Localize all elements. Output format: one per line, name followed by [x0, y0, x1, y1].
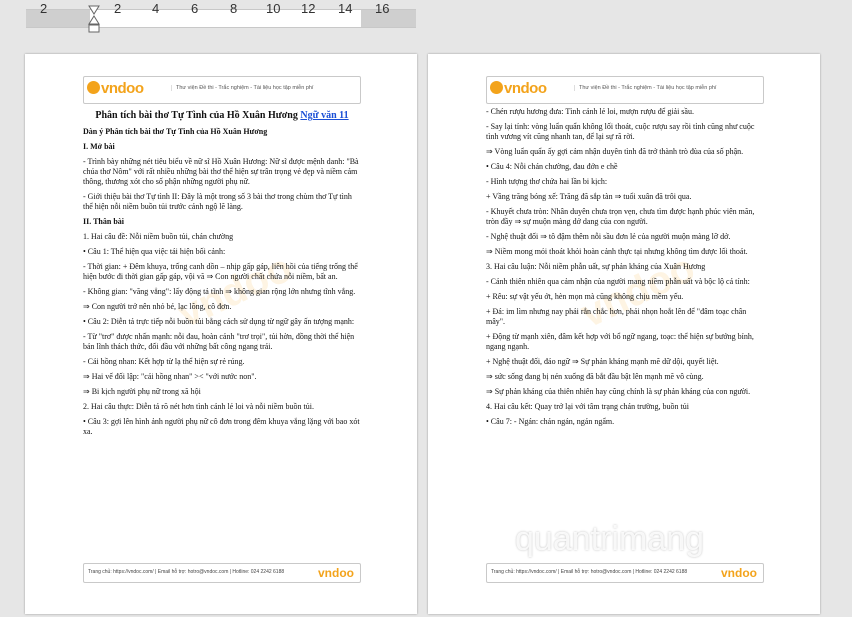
ruler-number: 12: [301, 1, 316, 16]
ruler-number: 4: [152, 1, 160, 16]
ruler-number: 16: [375, 1, 390, 16]
page-footer: Trang chủ: https://vndoc.com/ | Email hỗ…: [486, 563, 764, 583]
paragraph: ⇒ Hai vế đối lập: "cái hồng nhan" >< "vớ…: [83, 372, 257, 381]
paragraph: ⇒ Sự phản kháng của thiên nhiên hay cũng…: [486, 387, 751, 396]
heading: I. Mở bài: [83, 142, 115, 151]
paragraph: - Cái hồng nhan: Kết hợp từ lạ thể hiện …: [83, 357, 245, 366]
paragraph: ⇒ Bi kịch người phụ nữ trong xã hội: [83, 387, 201, 396]
ruler-number: 14: [338, 1, 353, 16]
paragraph: + Đá: im lìm nhưng nay phải rắn chắc hơn…: [486, 307, 747, 326]
footer-logo: vndoo: [318, 566, 354, 580]
paragraph: Dàn ý Phân tích bài thơ Tự Tình của Hồ X…: [83, 127, 268, 136]
paragraph: - Cảnh thiên nhiên qua cảm nhận của ngườ…: [486, 277, 750, 286]
ruler-number: 2: [40, 1, 48, 16]
paragraph: ⇒ sức sống đang bị nén xuống đã bắt đầu …: [486, 372, 704, 381]
paragraph: • Câu 3: gợi lên hình ảnh người phụ nữ c…: [83, 417, 360, 436]
header-tagline: Thư viện Đề thi - Trắc nghiệm - Tài liệu…: [574, 85, 716, 91]
ruler-margin-left: [26, 10, 90, 27]
paragraph: 1. Hai câu đề: Nỗi niềm buồn tủi, chán c…: [83, 232, 234, 241]
mascot-icon: [87, 81, 100, 94]
page-2-body[interactable]: - Chén rượu hương đưa: Tình cảnh lẻ loi,…: [486, 107, 764, 432]
page-header: vndoo Thư viện Đề thi - Trắc nghiệm - Tà…: [486, 76, 764, 104]
paragraph: - Khuyết chưa tròn: Nhân duyên chưa trọn…: [486, 207, 755, 226]
paragraph: • Câu 2: Diễn tả trực tiếp nỗi buồn tủi …: [83, 317, 355, 326]
header-tagline: Thư viện Đề thi - Trắc nghiệm - Tài liệu…: [171, 85, 313, 91]
footer-text: Trang chủ: https://vndoc.com/ | Email hỗ…: [88, 569, 285, 575]
paragraph: - Trình bày những nét tiêu biểu về nữ sĩ…: [83, 157, 359, 186]
horizontal-ruler[interactable]: 2 2 4 6 8 10 12 14 16: [0, 0, 852, 33]
paragraph: • Câu 4: Nỗi chán chường, đau đớn e chề: [486, 162, 618, 171]
paragraph: ⇒ Vòng luẩn quẩn ấy gợi cảm nhận duyên t…: [486, 147, 744, 156]
paragraph: • Câu 7: - Ngán: chán ngán, ngán ngẩm.: [486, 417, 615, 426]
paragraph: 2. Hai câu thực: Diễn tả rõ nét hơn tình…: [83, 402, 314, 411]
paragraph: + Vầng trăng bóng xế: Trăng đã sắp tàn ⇒…: [486, 192, 692, 201]
ruler-number: 10: [266, 1, 281, 16]
paragraph: ⇒ Niềm mong mỏi thoát khỏi hoàn cảnh thự…: [486, 247, 748, 256]
ruler-number: 8: [230, 1, 238, 16]
document-title: Phân tích bài thơ Tự Tình của Hồ Xuân Hư…: [95, 110, 349, 121]
page-1-body[interactable]: Phân tích bài thơ Tự Tình của Hồ Xuân Hư…: [83, 110, 361, 442]
document-page-1[interactable]: vndoo Thư viện Đề thi - Trắc nghiệm - Tà…: [25, 54, 417, 614]
vndoc-logo: vndoo: [87, 80, 144, 97]
paragraph: + Động từ mạnh xiên, đâm kết hợp với bổ …: [486, 332, 754, 351]
vndoc-logo: vndoo: [490, 80, 547, 97]
ruler-number: 2: [114, 1, 122, 16]
paragraph: - Say lại tỉnh: vòng luẩn quẩn không lối…: [486, 122, 755, 141]
paragraph: - Thời gian: + Đêm khuya, trống canh dồn…: [83, 262, 358, 281]
page-header: vndoo Thư viện Đề thi - Trắc nghiệm - Tà…: [83, 76, 361, 104]
paragraph: - Chén rượu hương đưa: Tình cảnh lẻ loi,…: [486, 107, 694, 116]
paragraph: - Giới thiệu bài thơ Tự tình II: Đây là …: [83, 192, 352, 211]
footer-logo: vndoo: [721, 566, 757, 580]
quantrimang-watermark: quantrimang: [515, 520, 705, 558]
footer-text: Trang chủ: https://vndoc.com/ | Email hỗ…: [491, 569, 688, 575]
indent-marker-icon[interactable]: [88, 5, 100, 33]
paragraph: • Câu 1: Thể hiện qua việc tái hiện bối …: [83, 247, 226, 256]
paragraph: - Không gian: "văng vẳng": lấy động tả t…: [83, 287, 356, 296]
vertical-scrollbar[interactable]: [835, 33, 852, 617]
paragraph: - Hình tượng thơ chứa hai lần bi kịch:: [486, 177, 608, 186]
paragraph: - Từ "trơ" được nhấn mạnh: nỗi đau, hoàn…: [83, 332, 355, 351]
page-footer: Trang chủ: https://vndoc.com/ | Email hỗ…: [83, 563, 361, 583]
heading: II. Thân bài: [83, 217, 124, 226]
paragraph: 4. Hai câu kết: Quay trở lại với tâm trạ…: [486, 402, 689, 411]
paragraph: 3. Hai câu luận: Nỗi niềm phẫn uất, sự p…: [486, 262, 706, 271]
ruler-strip[interactable]: [26, 9, 416, 28]
paragraph: + Nghệ thuật đối, đảo ngữ ⇒ Sự phản khán…: [486, 357, 719, 366]
ruler-number: 6: [191, 1, 199, 16]
mascot-icon: [490, 81, 503, 94]
paragraph: ⇒ Con người trở nên nhỏ bé, lạc lõng, cô…: [83, 302, 232, 311]
paragraph: - Nghệ thuật đối ⇒ tô đậm thêm nỗi sầu đ…: [486, 232, 731, 241]
title-link[interactable]: Ngữ văn 11: [300, 110, 348, 121]
paragraph: + Rêu: sự vật yếu ớt, hèn mọn mà cũng kh…: [486, 292, 684, 301]
